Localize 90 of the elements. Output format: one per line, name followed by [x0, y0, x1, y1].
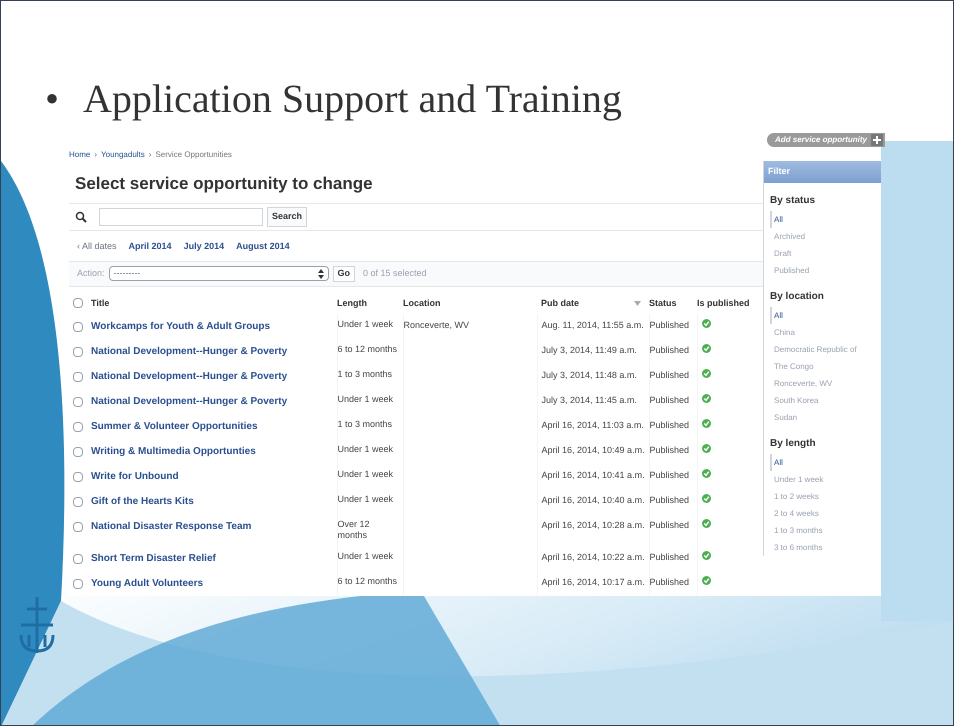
table-cell: Under 1 week	[338, 469, 394, 480]
table-cell: Published	[650, 420, 690, 430]
table-cell: April 16, 2014, 10:40 a.m.	[542, 495, 645, 505]
table-cell: Published	[650, 577, 690, 587]
search-button[interactable]: Search	[267, 206, 308, 226]
filter-option[interactable]: All	[770, 210, 866, 228]
filter-option[interactable]: All	[770, 306, 866, 324]
table-cell: Ronceverte, WV	[404, 320, 470, 330]
table-cell: July 3, 2014, 11:48 a.m.	[542, 370, 637, 380]
table-cell: Published	[650, 445, 690, 455]
column-header[interactable]: Length	[337, 296, 367, 310]
row-checkbox[interactable]	[73, 554, 83, 564]
date-filter-link[interactable]: April 2014	[128, 240, 172, 253]
table-cell: Published	[650, 495, 690, 505]
table-cell: Published	[650, 320, 690, 330]
action-label: Action:	[77, 267, 105, 280]
search-icon	[75, 210, 87, 222]
title-link[interactable]: Write for Unbound	[91, 469, 179, 484]
row-checkbox[interactable]	[73, 346, 83, 356]
selection-counter: 0 of 15 selected	[363, 267, 427, 280]
table-cell: Published	[650, 470, 690, 480]
table-cell: Published	[650, 520, 690, 530]
table-cell: April 16, 2014, 10:49 a.m.	[542, 445, 645, 455]
select-all-checkbox[interactable]	[73, 298, 83, 308]
select-arrows-icon	[318, 268, 324, 279]
table-cell: April 16, 2014, 10:41 a.m.	[542, 470, 645, 480]
table-cell: April 16, 2014, 10:22 a.m.	[542, 552, 645, 562]
table-cell: Published	[650, 345, 690, 355]
row-checkbox[interactable]	[73, 496, 83, 506]
table-cell: Published	[650, 552, 690, 562]
table-cell-text: Over 12 months	[338, 519, 371, 541]
row-checkbox[interactable]	[73, 422, 83, 432]
row-checkbox[interactable]	[73, 522, 83, 532]
row-checkbox[interactable]	[73, 472, 83, 482]
column-header[interactable]: Pub date	[541, 296, 580, 310]
breadcrumb-link[interactable]: Home	[69, 149, 90, 161]
column-header[interactable]: Location	[403, 296, 440, 310]
title-link[interactable]: Young Adult Volunteers	[91, 576, 204, 591]
filter-header: Filter	[764, 161, 881, 182]
table-cell: Published	[650, 395, 690, 405]
column-header[interactable]: Status	[649, 296, 677, 310]
row-checkbox[interactable]	[73, 446, 83, 456]
page-heading: Select service opportunity to change	[74, 173, 374, 195]
row-checkbox[interactable]	[73, 372, 83, 382]
search-field[interactable]	[99, 208, 263, 226]
table-cell: 1 to 3 months	[338, 419, 392, 430]
filter-group-title: By status	[770, 194, 816, 208]
row-checkbox[interactable]	[73, 578, 83, 588]
action-select[interactable]: ---------	[108, 266, 329, 282]
table-cell: 1 to 3 months	[338, 369, 392, 380]
table-cell: Under 1 week	[338, 551, 394, 562]
table-cell: Aug. 11, 2014, 11:55 a.m.	[542, 320, 644, 330]
table-cell: Published	[650, 370, 690, 380]
breadcrumb-link[interactable]: Service Opportunities	[155, 149, 232, 161]
table-cell: Under 1 week	[338, 444, 394, 455]
row-checkbox[interactable]	[73, 322, 83, 332]
title-link[interactable]: National Development--Hunger & Poverty	[91, 369, 288, 384]
title-link[interactable]: Gift of the Hearts Kits	[91, 494, 194, 509]
table-cell: Under 1 week	[338, 394, 394, 405]
filter-group-title: By location	[770, 290, 825, 304]
column-header[interactable]: Title	[91, 296, 110, 310]
table-cell: April 16, 2014, 11:03 a.m.	[542, 420, 644, 430]
column-header[interactable]: Is published	[697, 296, 750, 310]
date-filter-link[interactable]: August 2014	[236, 240, 290, 253]
title-link[interactable]: National Development--Hunger & Poverty	[91, 344, 288, 359]
bullet-mark: •	[45, 75, 60, 123]
title-link[interactable]: National Disaster Response Team	[91, 519, 252, 534]
title-link[interactable]: Workcamps for Youth & Adult Groups	[91, 319, 270, 334]
table-cell: 6 to 12 months	[338, 344, 398, 355]
table-cell: April 16, 2014, 10:17 a.m.	[542, 577, 645, 587]
table-cell: July 3, 2014, 11:49 a.m.	[542, 345, 637, 355]
filter-option[interactable]: All	[770, 454, 866, 470]
table-cell: 6 to 12 months	[338, 576, 398, 587]
table-cell: April 16, 2014, 10:28 a.m.	[542, 520, 645, 530]
title-link[interactable]: National Development--Hunger & Poverty	[91, 394, 288, 409]
table-cell: Under 1 week	[338, 319, 394, 330]
table-cell: Under 1 week	[338, 494, 394, 505]
title-link[interactable]: Summer & Volunteer Opportunities	[91, 419, 258, 434]
go-button[interactable]: Go	[332, 266, 356, 282]
breadcrumb-separator: ›	[148, 149, 152, 161]
breadcrumb-link[interactable]: Youngadults	[101, 149, 145, 161]
row-checkbox[interactable]	[73, 396, 83, 406]
title-link[interactable]: Writing & Multimedia Opportunties	[91, 444, 256, 459]
breadcrumb-separator: ›	[94, 149, 98, 161]
title-link[interactable]: Short Term Disaster Relief	[91, 551, 216, 566]
slide-title: Application Support and Training	[83, 75, 622, 123]
date-filter-link[interactable]: July 2014	[184, 240, 224, 253]
filter-group-title: By length	[770, 436, 817, 450]
table-cell: July 3, 2014, 11:45 a.m.	[542, 395, 637, 405]
date-filter-link[interactable]: ‹ All dates	[77, 240, 117, 253]
